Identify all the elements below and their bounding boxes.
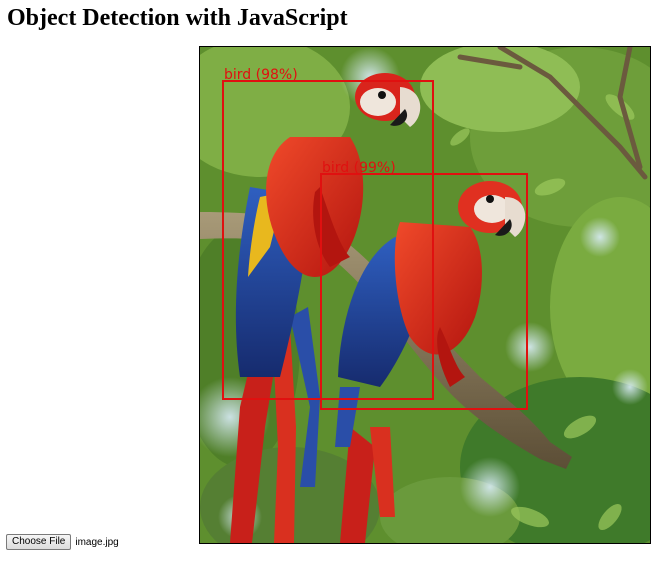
- file-input-row: Choose File image.jpg: [6, 534, 119, 550]
- detection-label-1: bird (98%): [224, 67, 298, 83]
- detection-image: bird (98%) bird (99%): [199, 46, 651, 544]
- choose-file-button[interactable]: Choose File: [6, 534, 72, 550]
- page-title: Object Detection with JavaScript: [7, 5, 348, 31]
- file-name-label: image.jpg: [75, 536, 119, 548]
- detection-canvas: bird (98%) bird (99%): [200, 47, 650, 543]
- detection-label-2: bird (99%): [322, 160, 396, 176]
